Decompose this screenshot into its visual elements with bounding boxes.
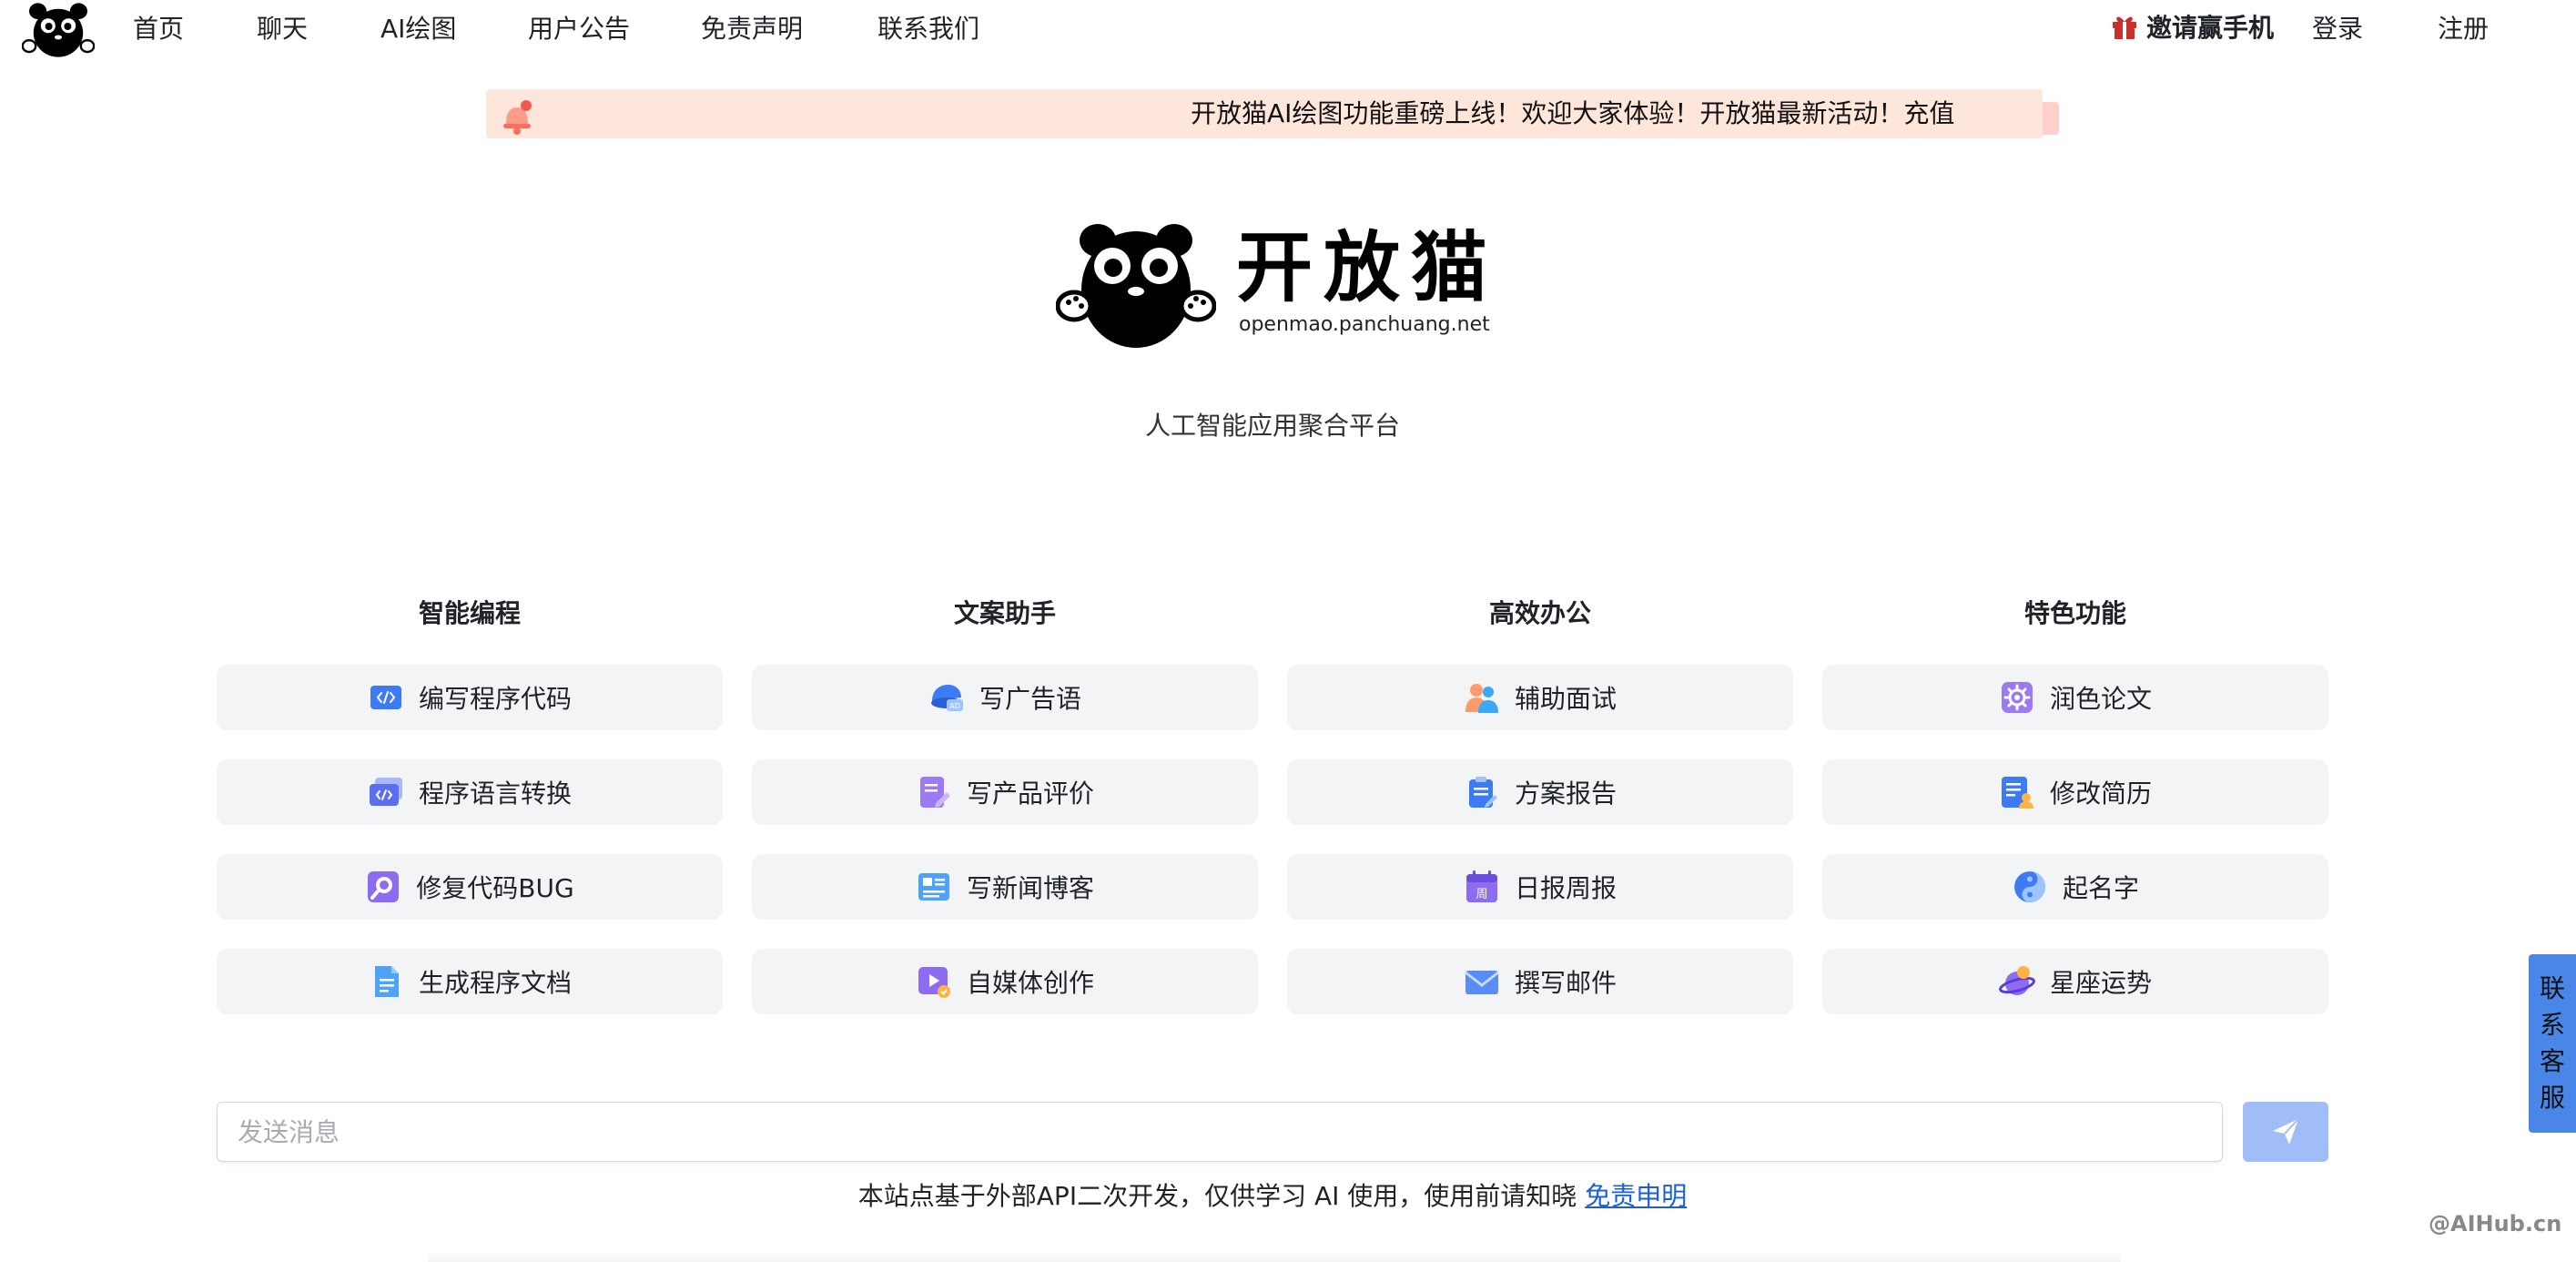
card-label: 修改简历: [2049, 779, 2152, 809]
column-copywriting: 文案助手 AD 写广告语 写产品评价 写新闻博客 自媒体创作: [752, 594, 1258, 1014]
watermark: @AIHub.cn: [2429, 1211, 2562, 1237]
card-label: 撰写邮件: [1514, 968, 1617, 998]
column-featured: 特色功能 润色论文 修改简历 起名字 星座运势: [1822, 594, 2328, 1014]
column-smart-coding: 智能编程 编写程序代码 程序语言转换 修复代码BUG 生成程序文档: [217, 594, 723, 1014]
mail-icon: [1465, 971, 1499, 994]
send-icon: [2273, 1118, 2299, 1145]
card-naming[interactable]: 起名字: [1822, 854, 2328, 920]
contact-char: 服: [2539, 1083, 2565, 1113]
card-horoscope[interactable]: 星座运势: [1822, 949, 2328, 1014]
document-icon: [374, 966, 399, 997]
bell-icon: [503, 100, 532, 135]
card-edit-resume[interactable]: 修改简历: [1822, 759, 2328, 825]
card-label: 写广告语: [979, 684, 1081, 714]
svg-text:周: 周: [1476, 888, 1487, 901]
column-title: 高效办公: [1488, 598, 1591, 628]
contact-char: 系: [2539, 1010, 2565, 1040]
card-label: 编写程序代码: [418, 684, 572, 714]
gift-icon: [2113, 16, 2136, 39]
polish-icon: [2001, 682, 2033, 713]
contact-support-button[interactable]: 联 系 客 服: [2529, 954, 2576, 1133]
card-label: 修复代码BUG: [416, 873, 574, 903]
card-label: 生成程序文档: [418, 968, 572, 998]
brand-name: 开放猫: [1236, 223, 1499, 312]
code-icon: [370, 686, 401, 709]
card-proposal[interactable]: 方案报告: [1287, 759, 1793, 825]
horoscope-icon: [1999, 966, 2035, 995]
review-icon: [919, 777, 950, 808]
card-write-news[interactable]: 写新闻博客: [752, 854, 1258, 920]
nav-contact-us[interactable]: 联系我们: [877, 13, 979, 46]
message-input[interactable]: [217, 1102, 2223, 1162]
notice-close-tab[interactable]: [2043, 102, 2059, 135]
calendar-icon: 周: [1465, 870, 1497, 902]
card-self-media[interactable]: 自媒体创作: [752, 949, 1258, 1014]
card-fix-bug[interactable]: 修复代码BUG: [217, 854, 723, 920]
nav-home[interactable]: 首页: [133, 13, 184, 46]
tagline: 人工智能应用聚合平台: [1144, 411, 1400, 441]
card-daily-report[interactable]: 周 日报周报: [1287, 854, 1793, 920]
card-label: 自媒体创作: [966, 968, 1094, 998]
column-title: 文案助手: [953, 598, 1056, 628]
card-label: 起名字: [2062, 873, 2139, 903]
card-write-code[interactable]: 编写程序代码: [217, 665, 723, 730]
top-nav: 首页 聊天 AI绘图 用户公告 免责声明 联系我们 邀请赢手机 登录 注册: [0, 0, 2576, 58]
column-office: 高效办公 辅助面试 方案报告 周 日报周报 撰写邮件: [1287, 594, 1793, 1014]
card-write-slogan[interactable]: AD 写广告语: [752, 665, 1258, 730]
svg-text:AD: AD: [949, 702, 960, 710]
card-label: 辅助面试: [1514, 684, 1617, 714]
resume-icon: [2001, 777, 2033, 809]
card-label: 方案报告: [1514, 779, 1617, 809]
contact-char: 客: [2539, 1046, 2565, 1076]
card-write-email[interactable]: 撰写邮件: [1287, 949, 1793, 1014]
card-label: 写新闻博客: [966, 873, 1094, 903]
ad-icon: AD: [930, 685, 963, 711]
card-label: 程序语言转换: [418, 779, 572, 809]
card-label: 日报周报: [1514, 873, 1617, 903]
interview-icon: [1465, 684, 1498, 713]
notice-text: 开放猫AI绘图功能重磅上线！欢迎大家体验！开放猫最新活动！充值: [1191, 98, 1955, 128]
news-icon: [918, 873, 949, 901]
footer-disclaimer-link[interactable]: 免责申明: [1585, 1181, 1687, 1211]
logo-icon[interactable]: [22, 0, 95, 60]
nav-disclaimer[interactable]: 免责声明: [701, 13, 803, 46]
footer-notice: 本站点基于外部API二次开发，仅供学习 AI 使用，使用前请知晓 免责申明: [0, 1180, 2545, 1213]
column-title: 特色功能: [2023, 598, 2126, 628]
nav-ai-drawing[interactable]: AI绘图: [380, 13, 456, 46]
invite-label: 邀请赢手机: [2146, 13, 2275, 43]
notice-fade: [2006, 89, 2043, 138]
register-button[interactable]: 注册: [2438, 13, 2489, 46]
card-code-convert[interactable]: 程序语言转换: [217, 759, 723, 825]
code-convert-icon: [369, 778, 402, 806]
footer-text: 本站点基于外部API二次开发，仅供学习 AI 使用，使用前请知晓: [857, 1181, 1586, 1211]
card-label: 星座运势: [2049, 968, 2152, 998]
login-button[interactable]: 登录: [2312, 13, 2363, 46]
card-gen-doc[interactable]: 生成程序文档: [217, 949, 723, 1014]
brand-domain: openmao.panchuang.net: [1239, 313, 1490, 336]
nav-announcements[interactable]: 用户公告: [528, 13, 630, 46]
invite-button[interactable]: 邀请赢手机: [2110, 9, 2274, 44]
card-write-review[interactable]: 写产品评价: [752, 759, 1258, 825]
nav-chat[interactable]: 聊天: [257, 13, 308, 46]
footer-divider: [428, 1253, 2121, 1262]
naming-icon: [2013, 871, 2045, 902]
brand-logo-icon: [1056, 224, 1216, 348]
notice-bar: 开放猫AI绘图功能重磅上线！欢迎大家体验！开放猫最新活动！充值: [486, 89, 2043, 138]
report-icon: [1468, 777, 1497, 808]
contact-char: 联: [2539, 973, 2565, 1003]
send-button[interactable]: [2243, 1102, 2328, 1162]
card-label: 润色论文: [2049, 684, 2152, 714]
bug-fix-icon: [368, 871, 400, 902]
column-title: 智能编程: [418, 598, 521, 628]
card-polish-paper[interactable]: 润色论文: [1822, 665, 2328, 730]
media-icon: [918, 967, 950, 998]
card-interview[interactable]: 辅助面试: [1287, 665, 1793, 730]
card-label: 写产品评价: [966, 779, 1094, 809]
